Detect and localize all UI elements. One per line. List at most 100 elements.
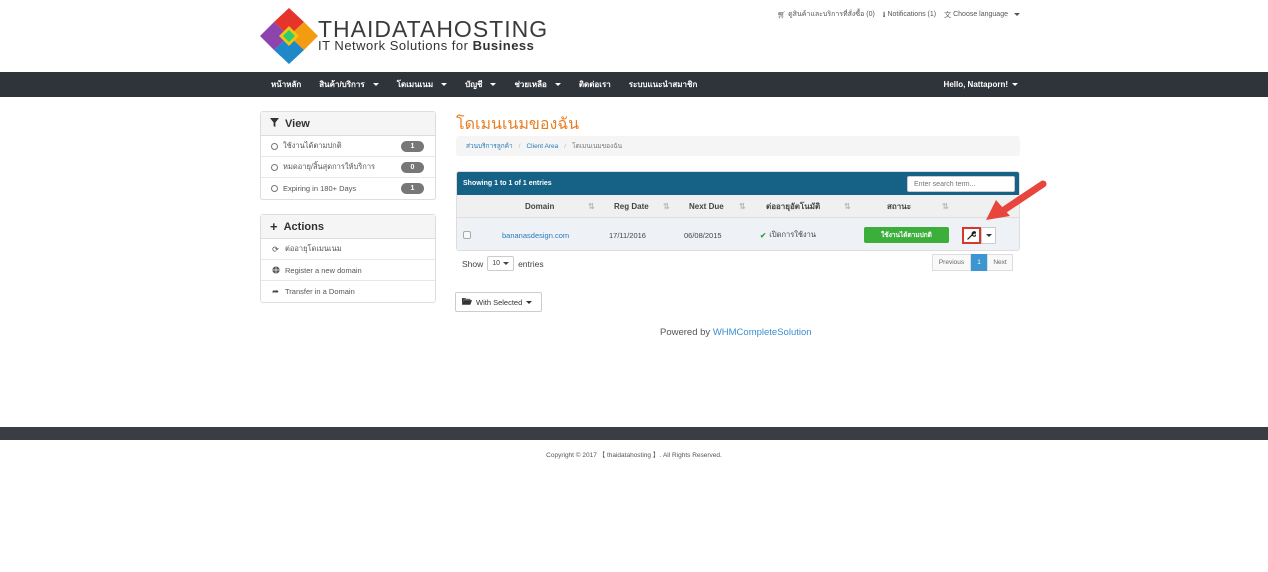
nav-item-label: ระบบแนะนำสมาชิก (628, 80, 698, 89)
chevron-down-icon (1014, 13, 1020, 16)
notifications-link[interactable]: ℹ Notifications (1) (883, 9, 936, 20)
with-selected-button[interactable]: With Selected (455, 292, 542, 312)
actions-panel: + Actions ⟳ ต่ออายุโดเมนเนม Register a n… (260, 214, 436, 303)
brand-subtitle: IT Network Solutions for Business (318, 38, 534, 53)
view-filter-expiring[interactable]: Expiring in 180+ Days 1 (261, 178, 435, 199)
language-icon: 文 (944, 11, 952, 19)
nav-item-label: ช่วยเหลือ (514, 80, 547, 89)
radio-icon (271, 142, 278, 150)
radio-icon (271, 163, 278, 171)
view-filter-active[interactable]: ใช้งานได้ตามปกติ 1 (261, 136, 435, 157)
page: THAIDATAHOSTING IT Network Solutions for… (0, 0, 1268, 572)
page-title: โดเมนเนมของฉัน (456, 116, 580, 133)
table-header: Domain ⇅ Reg Date ⇅ Next Due ⇅ ต่ออายุอั… (457, 195, 1019, 218)
nav-item-contact[interactable]: ติดต่อเรา (570, 72, 620, 97)
pagination-next[interactable]: Next (987, 254, 1013, 271)
page-length-value: 10 (492, 260, 501, 267)
breadcrumb-item[interactable]: Client Area (526, 143, 558, 150)
breadcrumb-item[interactable]: ส่วนบริการลูกค้า (466, 141, 513, 151)
sort-icon: ⇅ (942, 202, 949, 211)
brand-logo[interactable]: THAIDATAHOSTING IT Network Solutions for… (258, 6, 558, 66)
notifications-label: Notifications (1) (887, 11, 937, 18)
nav-item-label: ติดต่อเรา (578, 80, 611, 89)
pagination-previous[interactable]: Previous (932, 254, 971, 271)
breadcrumb: ส่วนบริการลูกค้า / Client Area / โดเมนเน… (456, 136, 1020, 156)
copyright-text: Copyright © 2017 【 thaidatahosting 】. Al… (546, 452, 722, 459)
globe-icon (271, 266, 280, 274)
column-header-auto-renew[interactable]: ต่ออายุอัตโนมัติ (766, 195, 820, 218)
reg-date-value: 17/11/2016 (609, 230, 646, 240)
show-label: Show (462, 258, 484, 269)
action-renew-domains[interactable]: ⟳ ต่ออายุโดเมนเนม (261, 239, 435, 260)
cell-auto-renew: ✔ เปิดการใช้งาน (760, 218, 817, 250)
nav-item-label: บัญชี (465, 80, 483, 89)
column-header-next-due[interactable]: Next Due (689, 195, 724, 218)
table-toolbar: Showing 1 to 1 of 1 entries (457, 172, 1019, 195)
powered-prefix: Powered by (660, 327, 713, 338)
chevron-down-icon (503, 262, 510, 265)
user-greeting: Hello, Nattaporn! (943, 80, 1008, 89)
column-label: สถานะ (887, 202, 911, 211)
nav-menu: หน้าหลัก สินค้า/บริการ โดเมนเนม บัญชี ช่… (262, 72, 706, 97)
page-length-select[interactable]: 10 (487, 256, 515, 271)
actions-dropdown-button[interactable] (981, 226, 996, 244)
brand-subtitle-prefix: IT Network Solutions for (318, 38, 473, 53)
auto-renew-value: เปิดการใช้งาน (769, 230, 817, 239)
column-header-reg-date[interactable]: Reg Date (614, 195, 649, 218)
footer-bar (0, 427, 1268, 440)
powered-by: Powered by WHMCompleteSolution (660, 327, 812, 338)
language-label: Choose language (953, 11, 1008, 18)
nav-item-label: โดเมนเนม (396, 80, 434, 89)
column-header-domain[interactable]: Domain (525, 195, 554, 218)
actions-panel-title: Actions (283, 220, 324, 233)
powered-link[interactable]: WHMCompleteSolution (713, 327, 812, 338)
table-row: bananasdesign.com 17/11/2016 06/08/2015 … (457, 218, 1019, 250)
cell-domain[interactable]: bananasdesign.com (502, 218, 569, 250)
sort-icon: ⇅ (739, 202, 746, 211)
nav-item-account[interactable]: บัญชี (456, 72, 505, 97)
view-filter-label: ใช้งานได้ตามปกติ (283, 141, 342, 150)
entries-label: entries (518, 258, 544, 269)
cart-link[interactable]: 🛒︎ ดูสินค้าและบริการที่สั่งซื้อ (0) (777, 9, 875, 20)
nav-item-support[interactable]: ช่วยเหลือ (505, 72, 569, 97)
domain-link[interactable]: bananasdesign.com (502, 231, 569, 240)
chevron-down-icon (554, 83, 561, 86)
action-label: ต่ออายุโดเมนเนม (285, 244, 342, 253)
logo-diamond-icon (260, 8, 318, 64)
count-badge: 1 (401, 141, 424, 152)
nav-item-affiliates[interactable]: ระบบแนะนำสมาชิก (620, 72, 707, 97)
column-header-status[interactable]: สถานะ (887, 195, 911, 218)
language-link[interactable]: 文 Choose language (944, 9, 1020, 20)
nav-item-domains[interactable]: โดเมนเนม (388, 72, 456, 97)
cart-icon: 🛒︎ (777, 11, 787, 19)
check-icon: ✔ (760, 230, 767, 240)
manage-domain-button[interactable] (962, 226, 981, 244)
pagination-page[interactable]: 1 (971, 254, 987, 271)
row-checkbox[interactable] (463, 218, 471, 250)
action-label: Transfer in a Domain (285, 287, 355, 296)
radio-icon (271, 185, 278, 192)
breadcrumb-separator: / (564, 142, 567, 150)
sort-icon: ⇅ (663, 202, 670, 211)
chevron-down-icon (1012, 83, 1018, 86)
view-filter-label: หมดอายุ/สิ้นสุดการให้บริการ (283, 162, 376, 171)
nav-item-services[interactable]: สินค้า/บริการ (310, 72, 387, 97)
sort-icon: ⇅ (844, 202, 851, 211)
view-panel-header: View (261, 112, 435, 136)
column-label: Domain (525, 202, 555, 211)
plus-icon: + (270, 219, 278, 234)
chevron-down-icon (526, 300, 533, 304)
view-panel: View ใช้งานได้ตามปกติ 1 หมดอายุ/สิ้นสุดก… (260, 111, 436, 200)
breadcrumb-current: โดเมนเนมของฉัน (572, 143, 623, 150)
view-filter-expired[interactable]: หมดอายุ/สิ้นสุดการให้บริการ 0 (261, 157, 435, 178)
top-links: 🛒︎ ดูสินค้าและบริการที่สั่งซื้อ (0) ℹ Noti… (777, 9, 1020, 20)
checkbox-icon (463, 231, 471, 239)
view-filter-label: Expiring in 180+ Days (283, 184, 357, 193)
nav-item-label: หน้าหลัก (271, 80, 302, 89)
nav-item-label: สินค้า/บริการ (319, 80, 365, 89)
nav-item-home[interactable]: หน้าหลัก (262, 72, 310, 97)
action-register-domain[interactable]: Register a new domain (261, 260, 435, 281)
with-selected-label: With Selected (476, 297, 523, 307)
user-menu[interactable]: Hello, Nattaporn! (944, 72, 1018, 97)
action-transfer-domain[interactable]: ➦ Transfer in a Domain (261, 281, 435, 302)
